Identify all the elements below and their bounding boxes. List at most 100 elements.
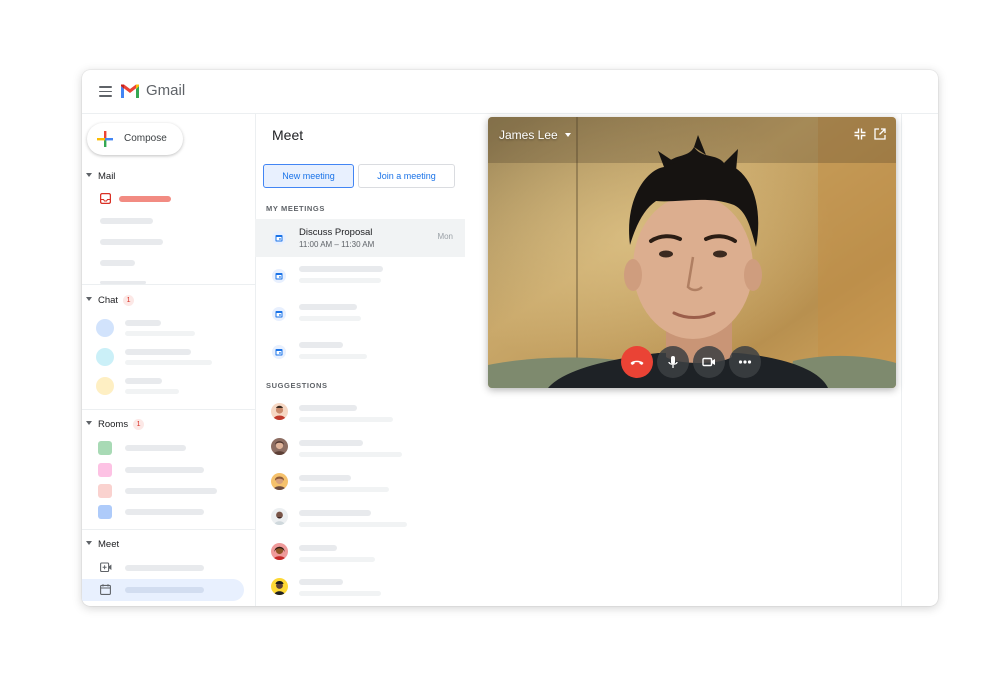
- suggestion-detail: [299, 522, 407, 527]
- unread-badge: 1: [133, 419, 145, 430]
- meeting-title: Discuss Proposal: [299, 227, 373, 238]
- meet-item[interactable]: [125, 565, 204, 571]
- calendar-icon: [272, 269, 286, 283]
- participant-video: [488, 117, 896, 388]
- suggestions-heading: SUGGESTIONS: [266, 381, 328, 390]
- mail-item[interactable]: [100, 218, 153, 224]
- calendar-icon: [100, 584, 111, 595]
- avatar[interactable]: [271, 508, 288, 525]
- chevron-down-icon: [564, 133, 571, 137]
- chat-avatar[interactable]: [96, 348, 114, 366]
- divider: [82, 529, 255, 530]
- chat-item-preview: [125, 389, 179, 394]
- avatar[interactable]: [271, 438, 288, 455]
- join-meeting-button[interactable]: Join a meeting: [358, 164, 455, 188]
- mail-item[interactable]: [100, 239, 163, 245]
- meeting-row[interactable]: Discuss Proposal 11:00 AM – 11:30 AM Mon: [255, 219, 465, 257]
- meeting-placeholder: [299, 304, 357, 310]
- chat-item[interactable]: [125, 320, 161, 326]
- meet-panel: Meet New meeting Join a meeting MY MEETI…: [255, 113, 467, 606]
- meeting-day: Mon: [437, 232, 453, 241]
- suggestion-detail: [299, 487, 389, 492]
- camera-button[interactable]: [693, 346, 725, 378]
- caret-down-icon: [86, 297, 92, 301]
- divider: [901, 113, 902, 606]
- section-chat-label: Chat: [98, 295, 119, 306]
- section-rooms-label: Rooms: [98, 419, 129, 430]
- meeting-time: 11:00 AM – 11:30 AM: [299, 240, 375, 249]
- section-mail[interactable]: Mail: [86, 171, 115, 182]
- camera-icon: [702, 357, 715, 367]
- chat-item[interactable]: [125, 349, 191, 355]
- page-title: Meet: [272, 127, 304, 143]
- video-call-window[interactable]: James Lee: [488, 117, 896, 388]
- section-mail-label: Mail: [98, 171, 116, 182]
- new-meeting-icon[interactable]: [100, 562, 112, 573]
- new-meeting-button[interactable]: New meeting: [263, 164, 354, 188]
- suggestion-name[interactable]: [299, 510, 371, 516]
- avatar[interactable]: [271, 473, 288, 490]
- more-options-button[interactable]: [729, 346, 761, 378]
- calendar-icon: [272, 307, 286, 321]
- section-rooms[interactable]: Rooms 1: [86, 419, 145, 430]
- chat-avatar[interactable]: [96, 377, 114, 395]
- caller-name-label: James Lee: [499, 128, 558, 142]
- caller-name[interactable]: James Lee: [499, 128, 571, 142]
- meeting-placeholder: [299, 316, 361, 321]
- room-item[interactable]: [125, 445, 186, 451]
- meeting-row[interactable]: [255, 295, 465, 333]
- suggestion-detail: [299, 591, 381, 596]
- suggestion-name[interactable]: [299, 440, 363, 446]
- suggestion-name[interactable]: [299, 579, 343, 585]
- menu-icon[interactable]: [99, 86, 112, 97]
- room-icon[interactable]: [98, 484, 112, 498]
- avatar[interactable]: [271, 578, 288, 595]
- meeting-row[interactable]: [255, 333, 465, 371]
- room-icon[interactable]: [98, 505, 112, 519]
- suggestion-name[interactable]: [299, 475, 351, 481]
- inbox-icon[interactable]: [100, 193, 111, 204]
- mail-item-inbox[interactable]: [119, 196, 171, 202]
- meet-item[interactable]: [125, 587, 204, 593]
- microphone-icon: [668, 356, 678, 368]
- suggestion-detail: [299, 557, 375, 562]
- section-chat[interactable]: Chat 1: [86, 295, 135, 306]
- sidebar: Compose Mail Chat 1 Rooms 1 Meet: [82, 113, 256, 606]
- open-in-new-icon[interactable]: [874, 128, 886, 140]
- chat-item[interactable]: [125, 378, 162, 384]
- more-icon: [738, 360, 752, 364]
- calendar-icon: [272, 345, 286, 359]
- minimize-icon[interactable]: [854, 128, 866, 140]
- calendar-icon: [272, 231, 286, 245]
- mail-item[interactable]: [100, 260, 135, 266]
- room-item[interactable]: [125, 467, 204, 473]
- room-icon[interactable]: [98, 441, 112, 455]
- unread-badge: 1: [123, 295, 135, 306]
- meeting-row[interactable]: [255, 257, 465, 295]
- suggestion-name[interactable]: [299, 405, 357, 411]
- chat-avatar[interactable]: [96, 319, 114, 337]
- room-icon[interactable]: [98, 463, 112, 477]
- microphone-button[interactable]: [657, 346, 689, 378]
- room-item[interactable]: [125, 509, 204, 515]
- plus-icon: [97, 131, 113, 147]
- chat-item-preview: [125, 331, 195, 336]
- avatar[interactable]: [271, 543, 288, 560]
- caret-down-icon: [86, 173, 92, 177]
- avatar[interactable]: [271, 403, 288, 420]
- meeting-placeholder: [299, 278, 381, 283]
- app-window: Gmail Compose Mail Chat 1 Rooms 1 Meet M…: [82, 70, 938, 606]
- end-call-button[interactable]: [621, 346, 653, 378]
- meeting-placeholder: [299, 354, 367, 359]
- divider: [82, 409, 255, 410]
- my-meetings-heading: MY MEETINGS: [266, 204, 325, 213]
- section-meet[interactable]: Meet: [86, 539, 119, 550]
- chat-item-preview: [125, 360, 212, 365]
- app-title: Gmail: [146, 82, 186, 99]
- suggestion-name[interactable]: [299, 545, 337, 551]
- divider: [82, 284, 255, 285]
- compose-button[interactable]: Compose: [87, 123, 183, 155]
- section-meet-label: Meet: [98, 539, 120, 550]
- room-item[interactable]: [125, 488, 217, 494]
- gmail-logo-icon: [121, 84, 139, 98]
